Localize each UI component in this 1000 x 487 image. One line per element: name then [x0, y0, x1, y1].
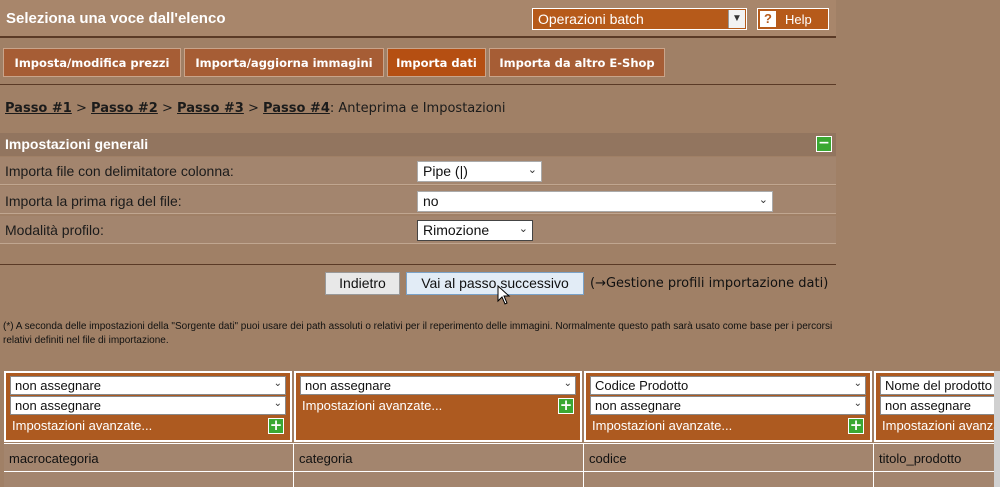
profile-mode-value: Rimozione	[423, 222, 490, 238]
settings-title: Impostazioni generali	[5, 136, 149, 152]
section-divider	[0, 264, 836, 265]
tab-imposta-prezzi[interactable]: Imposta/modifica prezzi	[3, 48, 181, 77]
advanced-settings-link[interactable]: Impostazioni avanzate...	[882, 418, 1000, 433]
mouse-cursor-icon	[497, 285, 511, 305]
delimiter-value: Pipe (|)	[423, 163, 468, 179]
mapping-column: Codice Prodotto ⌄ non assegnare ⌄ Impost…	[584, 371, 872, 442]
column-secondary-value: non assegnare	[885, 398, 972, 413]
breadcrumb-current: : Anteprima e Impostazioni	[329, 101, 506, 116]
header-divider	[0, 36, 836, 38]
mapping-column: non assegnare ⌄ Impostazioni avanzate...…	[294, 371, 582, 442]
path-note: (*) A seconda delle impostazioni della "…	[3, 321, 833, 346]
column-mapping-select[interactable]: Nome del prodotto	[880, 376, 1000, 395]
column-mapping-select[interactable]: Codice Prodotto ⌄	[590, 376, 866, 395]
advanced-settings-link[interactable]: Impostazioni avanzate...	[592, 418, 732, 433]
chevron-down-icon: ⌄	[758, 194, 768, 206]
chevron-down-icon: ⌄	[273, 378, 282, 389]
add-plus-icon[interactable]: +	[848, 418, 864, 434]
delimiter-label: Importa file con delimitatore colonna:	[5, 163, 234, 179]
first-line-select[interactable]: no ⌄	[417, 191, 773, 212]
column-mapping-select[interactable]: non assegnare ⌄	[300, 376, 576, 395]
next-step-button[interactable]: Vai al passo successivo	[406, 272, 584, 295]
mapping-column: non assegnare ⌄ non assegnare ⌄ Impostaz…	[4, 371, 292, 442]
table-row	[584, 471, 874, 487]
help-label: Help	[785, 12, 812, 27]
breadcrumb-step-4[interactable]: Passo #4	[263, 101, 330, 116]
tab-importa-immagini[interactable]: Importa/aggiorna immagini	[184, 48, 384, 77]
breadcrumb-step-3[interactable]: Passo #3	[177, 101, 244, 116]
profile-mode-select[interactable]: Rimozione ⌄	[417, 220, 533, 241]
breadcrumb-step-1[interactable]: Passo #1	[5, 101, 72, 116]
add-plus-icon[interactable]: +	[268, 418, 284, 434]
breadcrumb-separator: >	[161, 101, 173, 116]
column-secondary-value: non assegnare	[595, 398, 682, 413]
table-row	[4, 471, 294, 487]
delimiter-select[interactable]: Pipe (|) ⌄	[417, 161, 542, 182]
chevron-down-icon: ⌄	[527, 164, 537, 176]
source-field-cell: macrocategoria	[4, 443, 294, 471]
vertical-scrollbar[interactable]	[994, 371, 1000, 487]
column-mapping-select[interactable]: non assegnare ⌄	[10, 376, 286, 395]
source-field-cell: codice	[584, 443, 874, 471]
breadcrumb-step-2[interactable]: Passo #2	[91, 101, 158, 116]
breadcrumb: Passo #1 > Passo #2 > Passo #3 > Passo #…	[5, 101, 506, 116]
chevron-down-icon: ⌄	[853, 398, 862, 409]
column-mapping-value: non assegnare	[305, 378, 392, 393]
breadcrumb-separator: >	[75, 101, 87, 116]
advanced-settings-link[interactable]: Impostazioni avanzate...	[302, 398, 442, 413]
column-mapping-value: Codice Prodotto	[595, 378, 689, 393]
column-secondary-select[interactable]: non assegnare	[880, 396, 1000, 415]
batch-operations-value: Operazioni batch	[538, 11, 644, 27]
tab-importa-dati[interactable]: Importa dati	[387, 48, 486, 77]
column-mapping-value: non assegnare	[15, 378, 102, 393]
help-button[interactable]: ? Help	[757, 8, 829, 30]
chevron-down-icon: ⌄	[853, 378, 862, 389]
source-field-cell: titolo_prodotto	[874, 443, 1000, 471]
breadcrumb-separator: >	[248, 101, 259, 116]
first-line-value: no	[423, 193, 439, 209]
table-row	[874, 471, 1000, 487]
batch-operations-select[interactable]: Operazioni batch ▼	[532, 8, 747, 30]
tab-importa-eshop[interactable]: Importa da altro E-Shop	[489, 48, 665, 77]
column-secondary-select[interactable]: non assegnare ⌄	[10, 396, 286, 415]
table-row	[294, 471, 584, 487]
collapse-minus-icon[interactable]: −	[816, 136, 832, 152]
first-line-label: Importa la prima riga del file:	[5, 193, 182, 209]
mapping-column: Nome del prodotto non assegnare Impostaz…	[874, 371, 1000, 442]
column-secondary-value: non assegnare	[15, 398, 102, 413]
chevron-down-icon: ⌄	[563, 378, 572, 389]
back-button[interactable]: Indietro	[325, 272, 400, 295]
chevron-down-icon[interactable]: ▼	[728, 10, 745, 28]
tabs-divider	[0, 84, 836, 85]
column-secondary-select[interactable]: non assegnare ⌄	[590, 396, 866, 415]
add-plus-icon[interactable]: +	[558, 398, 574, 414]
chevron-down-icon: ⌄	[518, 223, 528, 235]
profile-mode-label: Modalità profilo:	[5, 222, 104, 238]
source-field-cell: categoria	[294, 443, 584, 471]
column-mapping-value: Nome del prodotto	[885, 378, 992, 393]
page-title: Seleziona una voce dall'elenco	[6, 10, 226, 27]
advanced-settings-link[interactable]: Impostazioni avanzate...	[12, 418, 152, 433]
chevron-down-icon: ⌄	[273, 398, 282, 409]
profiles-management-link[interactable]: (→Gestione profili importazione dati)	[590, 276, 828, 291]
help-icon: ?	[760, 11, 776, 27]
